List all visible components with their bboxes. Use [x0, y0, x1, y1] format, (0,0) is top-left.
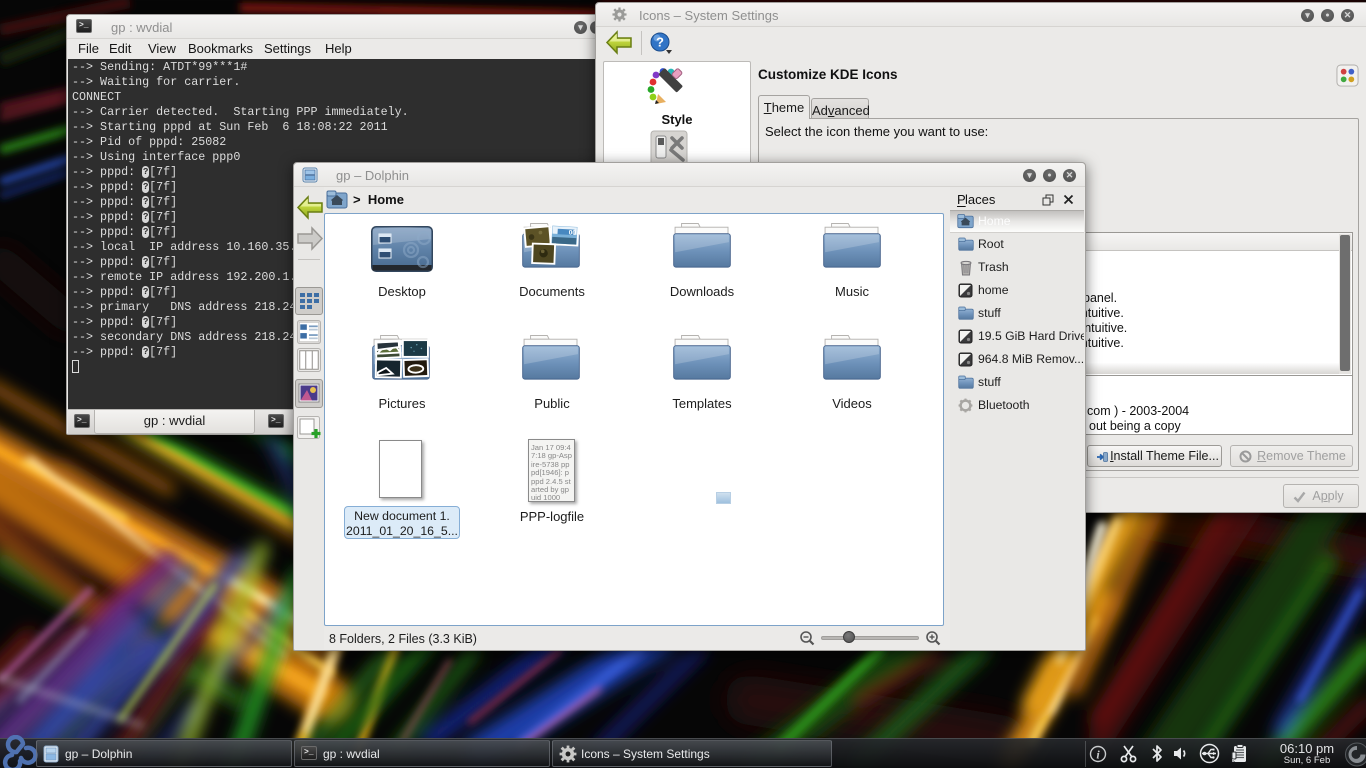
svg-text:i: i	[1096, 748, 1100, 762]
svg-text:00: 00	[569, 229, 577, 236]
svg-text:?: ?	[656, 35, 664, 50]
